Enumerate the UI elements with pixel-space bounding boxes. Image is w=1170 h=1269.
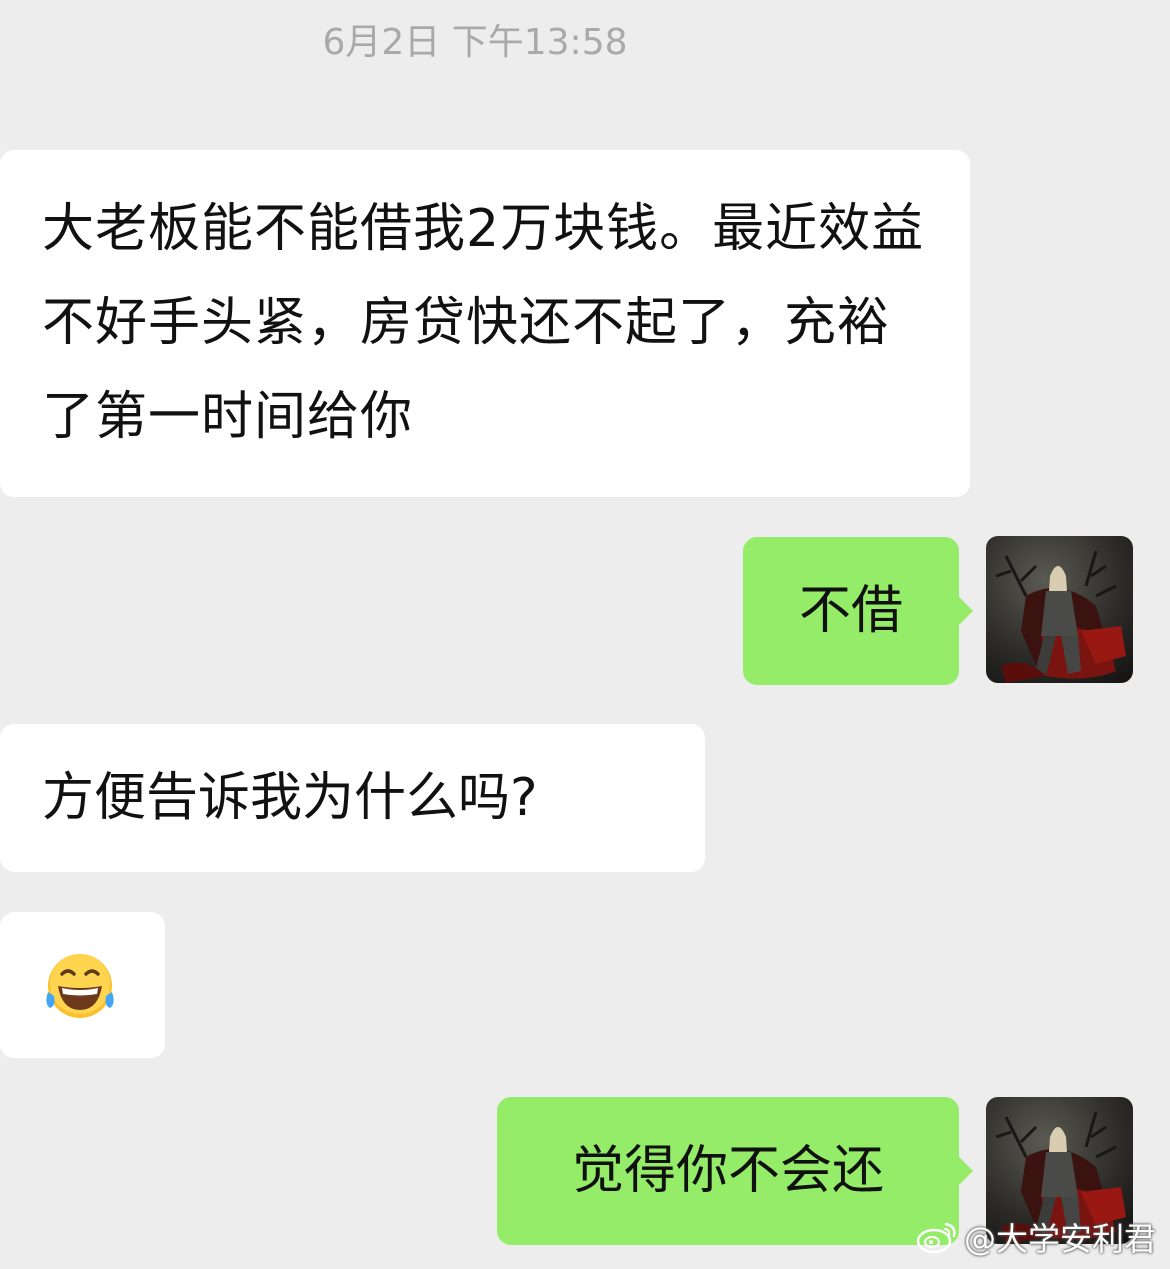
- incoming-message-bubble[interactable]: 大老板能不能借我2万块钱。最近效益不好手头紧，房贷快还不起了，充裕了第一时间给你: [0, 150, 970, 497]
- message-text: 觉得你不会还: [571, 1141, 884, 1201]
- message-text: 大老板能不能借我2万块钱。最近效益不好手头紧，房贷快还不起了，充裕了第一时间给你: [42, 199, 925, 447]
- weibo-watermark: @大学安利君: [916, 1215, 1156, 1259]
- user-avatar[interactable]: [986, 536, 1133, 683]
- weibo-logo-icon: [916, 1222, 956, 1254]
- incoming-message-bubble[interactable]: 方便告诉我为什么吗?: [0, 724, 705, 872]
- message-text: 方便告诉我为什么吗?: [42, 768, 538, 828]
- watermark-text: @大学安利君: [963, 1220, 1156, 1258]
- chat-timestamp: 6月2日 下午13:58: [322, 22, 628, 63]
- outgoing-message-bubble[interactable]: 不借: [743, 537, 973, 685]
- incoming-emoji-bubble[interactable]: [0, 912, 165, 1058]
- face-with-tears-of-joy-icon: [46, 954, 114, 1018]
- message-text: 不借: [798, 581, 903, 641]
- outgoing-message-bubble[interactable]: 觉得你不会还: [497, 1097, 973, 1245]
- avatar-image: [986, 536, 1133, 683]
